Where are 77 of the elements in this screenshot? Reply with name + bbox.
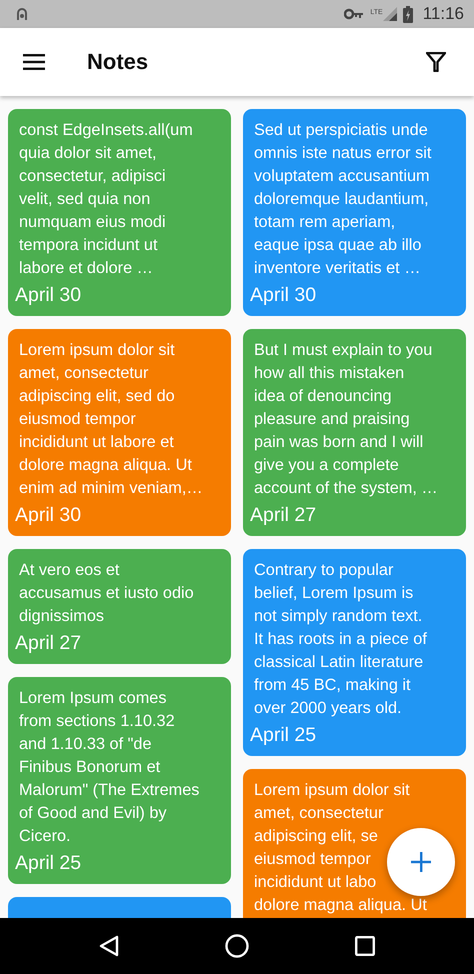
note-text-line: tempora incidunt ut: [19, 235, 158, 256]
note-text-line: totam rem aperiam,: [254, 212, 396, 233]
note-text-line: and 1.10.33 of "de: [19, 734, 152, 755]
note-text-line: omnis iste natus error sit: [254, 143, 432, 164]
note-text-line: eiusmod tempor: [254, 849, 371, 870]
note-text-line: consectetur, adipisci: [19, 166, 166, 187]
note-text-line: Lorem ipsum dolor sit: [19, 340, 175, 361]
note-text-line: quia dolor sit amet,: [19, 143, 157, 164]
note-text-line: account of the system, …: [254, 478, 438, 499]
note-text-line: Finibus Bonorum et: [19, 757, 160, 778]
note-text-line: belief, Lorem Ipsum is: [254, 583, 414, 604]
note-text-line: from sections 1.10.32: [19, 711, 175, 732]
note-text-line: accusamus et iusto odio: [19, 583, 194, 604]
signal-icon: [382, 7, 397, 21]
note-text-line: Malorum" (The Extremes: [19, 780, 200, 801]
note-text-line: give you a complete: [254, 455, 399, 476]
note-text-line: enim ad minim veniam,…: [19, 478, 203, 499]
note-date: April 30: [250, 283, 318, 307]
note-text-line: const EdgeInsets.all(um: [19, 120, 193, 141]
note-text-line: labore et dolore …: [19, 258, 153, 279]
note-text-line: amet, consectetur: [19, 363, 148, 384]
note-date: April 25: [15, 851, 82, 875]
filter-icon[interactable]: [426, 52, 446, 72]
note-text-line: But I must explain to you: [254, 340, 432, 361]
note-text-line: incididunt ut labo: [254, 872, 376, 893]
note-text-line: Contrary to popular: [254, 560, 394, 581]
note-card[interactable]: But I must explain to you how all this mistaken idea of denouncing pleasure and praising pain was born and I will give you a complete account of the system, … April 27: [243, 329, 466, 536]
note-text-line: inventore veritatis et …: [254, 258, 421, 279]
note-card[interactable]: const EdgeInsets.all(um quia dolor sit amet, consectetur, adipisci velit, sed quia non numquam eius modi tempora incidunt ut labore et dolore … April 30: [8, 109, 231, 316]
note-text-line: pain was born and I will: [254, 432, 424, 453]
note-text-line: not simply random text.: [254, 606, 422, 627]
note-text-line: dolore magna aliqua. Ut: [254, 895, 427, 916]
note-text-line: numquam eius modi: [19, 212, 166, 233]
note-text-line: of Good and Evil) by: [19, 803, 167, 824]
note-text-line: idea of denouncing: [254, 386, 392, 407]
battery-icon: [402, 6, 413, 22]
recents-icon[interactable]: [355, 936, 375, 956]
note-text-line: eiusmod tempor: [19, 409, 136, 430]
note-text-line: how all this mistaken: [254, 363, 404, 384]
menu-icon[interactable]: [23, 54, 45, 70]
back-icon[interactable]: [99, 935, 119, 957]
note-text-line: It has roots in a piece of: [254, 629, 427, 650]
clock-time: 11:16: [422, 4, 464, 24]
note-date: April 27: [250, 503, 318, 527]
note-date: April 30: [15, 503, 82, 527]
home-icon[interactable]: [225, 934, 249, 958]
note-card[interactable]: Lorem ipsum dolor sit amet, consectetur adipiscing elit, sed do eiusmod tempor incididunt ut labore et dolore magna aliqua. Ut enim ad minim veniam,… April 30: [8, 329, 231, 536]
note-text-line: incididunt ut labore et: [19, 432, 174, 453]
note-text-line: dolore magna aliqua. Ut: [19, 455, 192, 476]
note-text-line: voluptatem accusantium: [254, 166, 430, 187]
notification-icon: [14, 6, 30, 22]
note-card[interactable]: Contrary to popular belief, Lorem Ipsum is not simply random text. It has roots in a piece of classical Latin literature from 45 BC, making it over 2000 years old. April 25: [243, 549, 466, 756]
note-text-line: Lorem Ipsum comes: [19, 688, 166, 709]
note-text-line: amet, consectetur: [254, 803, 384, 824]
note-date: April 27: [15, 631, 82, 655]
note-text-line: Sed ut perspiciatis unde: [254, 120, 428, 141]
note-text-line: Lorem ipsum dolor sit: [254, 780, 410, 801]
note-date: April 30: [15, 283, 82, 307]
note-date: April 25: [250, 723, 318, 747]
plus-icon: [411, 852, 431, 872]
key-icon: [344, 8, 364, 20]
note-text-line: adipiscing elit, sed do: [19, 386, 175, 407]
note-text-line: pleasure and praising: [254, 409, 410, 430]
note-text-line: over 2000 years old.: [254, 698, 402, 719]
note-text-line: classical Latin literature: [254, 652, 424, 673]
note-card[interactable]: Sed ut perspiciatis unde omnis iste natus error sit voluptatem accusantium doloremque laudantium, totam rem aperiam, eaque ipsa quae ab illo inventore veritatis et … April 30: [243, 109, 466, 316]
note-card[interactable]: Lorem Ipsum comes from sections 1.10.32 and 1.10.33 of "de Finibus Bonorum et Malorum" (The Extremes of Good and Evil) by Cicero. April 25: [8, 677, 231, 884]
app-title: Notes: [87, 49, 150, 75]
note-text-line: from 45 BC, making it: [254, 675, 411, 696]
note-text-line: adipiscing elit, se: [254, 826, 378, 847]
note-text-line: velit, sed quia non: [19, 189, 150, 210]
note-text-line: doloremque laudantium,: [254, 189, 429, 210]
note-card[interactable]: At vero eos et accusamus et iusto odio dignissimos April 27: [8, 549, 231, 664]
note-text-line: eaque ipsa quae ab illo: [254, 235, 422, 256]
note-text-line: At vero eos et: [19, 560, 120, 581]
note-text-line: Cicero.: [19, 826, 71, 847]
note-text-line: dignissimos: [19, 606, 104, 627]
